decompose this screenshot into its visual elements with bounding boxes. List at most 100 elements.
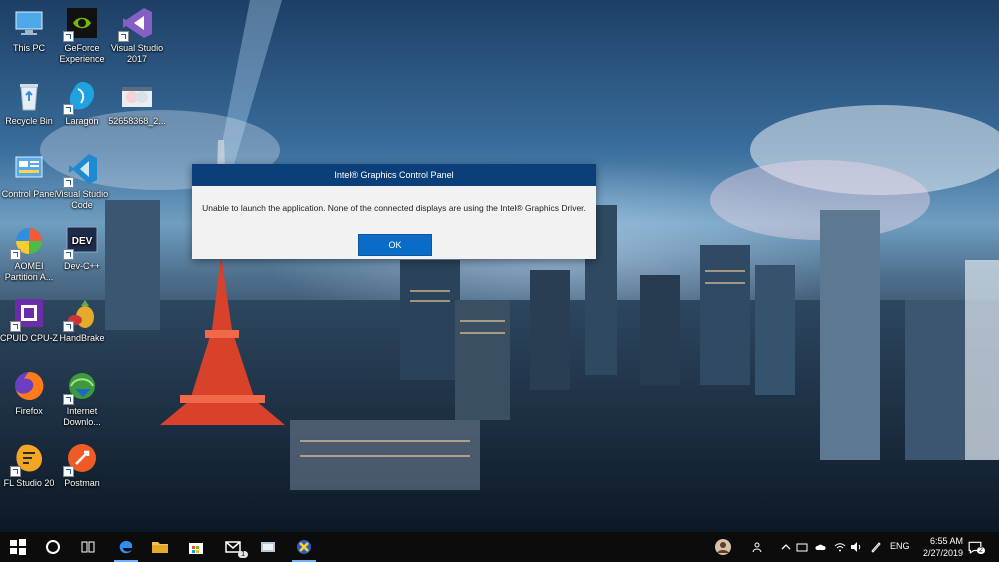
mail-button[interactable]: 1 (215, 532, 251, 562)
icon-label: GeForce Experience (59, 43, 105, 64)
language-indicator[interactable]: ENG (890, 541, 910, 551)
task-view-button[interactable] (70, 532, 106, 562)
clock-date: 2/27/2019 (922, 548, 963, 558)
store-button[interactable] (178, 532, 214, 562)
desktop-icon-this-pc[interactable]: This PC (0, 6, 58, 54)
geforce-experience-icon (63, 6, 99, 42)
xampp-button[interactable] (286, 532, 322, 562)
show-hidden-icons-button[interactable] (780, 532, 792, 562)
desktop-icon-aomei-partition[interactable]: AOMEI Partition A... (0, 224, 58, 283)
desktop-icon-dev-cpp[interactable]: DEV Dev-C++ (53, 224, 111, 272)
firefox-icon (12, 369, 46, 403)
icon-label: Firefox (15, 406, 43, 416)
shortcut-arrow-icon (10, 321, 21, 332)
shortcut-arrow-icon (63, 466, 74, 477)
tray-app-button[interactable] (796, 532, 808, 562)
desktop-icon-firefox[interactable]: Firefox (0, 369, 58, 417)
clock[interactable]: 6:55 AM 2/27/2019 (923, 535, 963, 559)
desktop-icon-recycle-bin[interactable]: Recycle Bin (0, 79, 58, 127)
mail-badge: 1 (238, 551, 248, 558)
visual-studio-code-icon (63, 152, 99, 188)
desktop-icon-fl-studio[interactable]: FL Studio 20 (0, 441, 58, 489)
dialog-message: Unable to launch the application. None o… (202, 203, 586, 213)
icon-label: Postman (64, 478, 100, 488)
aomei-partition-icon (10, 224, 46, 260)
people-button[interactable] (752, 532, 764, 562)
shortcut-arrow-icon (63, 31, 74, 42)
cortana-button[interactable] (35, 532, 71, 562)
desktop-icon-geforce-experience[interactable]: GeForce Experience (53, 6, 111, 65)
desktop-icon-laragon[interactable]: Laragon (53, 79, 111, 127)
icon-label: Laragon (65, 116, 99, 126)
file-explorer-icon (152, 542, 168, 553)
icon-label: Dev-C++ (63, 261, 100, 271)
network-button[interactable] (834, 532, 846, 562)
pen-workspace-button[interactable] (870, 532, 882, 562)
postman-icon (63, 441, 99, 477)
shortcut-arrow-icon (10, 249, 21, 260)
desktop-icon-image-file[interactable]: 52658368_2... (108, 79, 166, 127)
shortcut-arrow-icon (63, 177, 74, 188)
app-button[interactable] (250, 532, 286, 562)
intel-graphics-error-dialog: Intel® Graphics Control Panel Unable to … (192, 164, 596, 259)
icon-label: Visual Studio 2017 (110, 43, 164, 64)
people-icon (752, 542, 762, 553)
shortcut-arrow-icon (10, 466, 21, 477)
dev-cpp-icon: DEV (63, 224, 99, 260)
cpu-z-icon (10, 296, 46, 332)
icon-label: CPUID CPU-Z (0, 333, 58, 343)
cloud-icon (815, 544, 826, 550)
dialog-title: Intel® Graphics Control Panel (192, 164, 596, 186)
image-file-icon (120, 79, 154, 113)
shortcut-arrow-icon (63, 321, 74, 332)
avatar-icon (715, 539, 731, 555)
volume-button[interactable] (850, 532, 862, 562)
speaker-icon (851, 542, 861, 552)
edge-button[interactable] (108, 532, 144, 562)
notifications-count: 2 (977, 547, 985, 554)
action-center-button[interactable]: 2 (968, 532, 985, 562)
start-icon (10, 539, 26, 555)
desktop-icon-visual-studio-code[interactable]: Visual Studio Code (53, 152, 111, 211)
this-pc-icon (12, 6, 46, 40)
laragon-icon (63, 79, 99, 115)
onedrive-button[interactable] (814, 532, 826, 562)
app-icon (261, 542, 275, 552)
desktop-icon-control-panel[interactable]: Control Panel (0, 152, 58, 200)
internet-download-manager-icon (63, 369, 99, 405)
icon-label: HandBrake (59, 333, 105, 343)
tray-app-icon (796, 543, 808, 552)
task-view-icon (81, 541, 95, 553)
store-icon (189, 543, 203, 554)
icon-label: AOMEI Partition A... (4, 261, 54, 282)
icon-label: Recycle Bin (5, 116, 53, 126)
start-button[interactable] (0, 532, 36, 562)
visual-studio-2017-icon (118, 6, 154, 42)
fl-studio-icon (10, 441, 46, 477)
taskbar: 1 ENG 6:55 AM 2/27/2019 2 (0, 532, 999, 562)
icon-label: FL Studio 20 (3, 478, 55, 488)
xampp-icon (297, 540, 311, 554)
ok-button[interactable]: OK (358, 234, 432, 256)
icon-label: This PC (12, 43, 45, 53)
clock-time: 6:55 AM (929, 536, 963, 546)
edge-icon (119, 540, 133, 554)
desktop-icon-handbrake[interactable]: HandBrake (53, 296, 111, 344)
handbrake-icon (63, 296, 99, 332)
shortcut-arrow-icon (63, 394, 74, 405)
pen-icon (871, 542, 881, 553)
file-explorer-button[interactable] (142, 532, 178, 562)
icon-label: Visual Studio Code (55, 189, 109, 210)
desktop-icon-visual-studio-2017[interactable]: Visual Studio 2017 (108, 6, 166, 65)
shortcut-arrow-icon (63, 249, 74, 260)
desktop-icon-internet-download-manager[interactable]: Internet Downlo... (53, 369, 111, 428)
cortana-icon (46, 540, 60, 554)
recycle-bin-icon (12, 79, 46, 113)
icon-label: 52658368_2... (108, 116, 166, 126)
user-avatar[interactable] (714, 532, 732, 562)
wifi-icon (834, 543, 846, 552)
desktop-icon-postman[interactable]: Postman (53, 441, 111, 489)
icon-label: Control Panel (1, 189, 57, 199)
desktop-icon-cpu-z[interactable]: CPUID CPU-Z (0, 296, 58, 344)
icon-label: Internet Downlo... (63, 406, 101, 427)
